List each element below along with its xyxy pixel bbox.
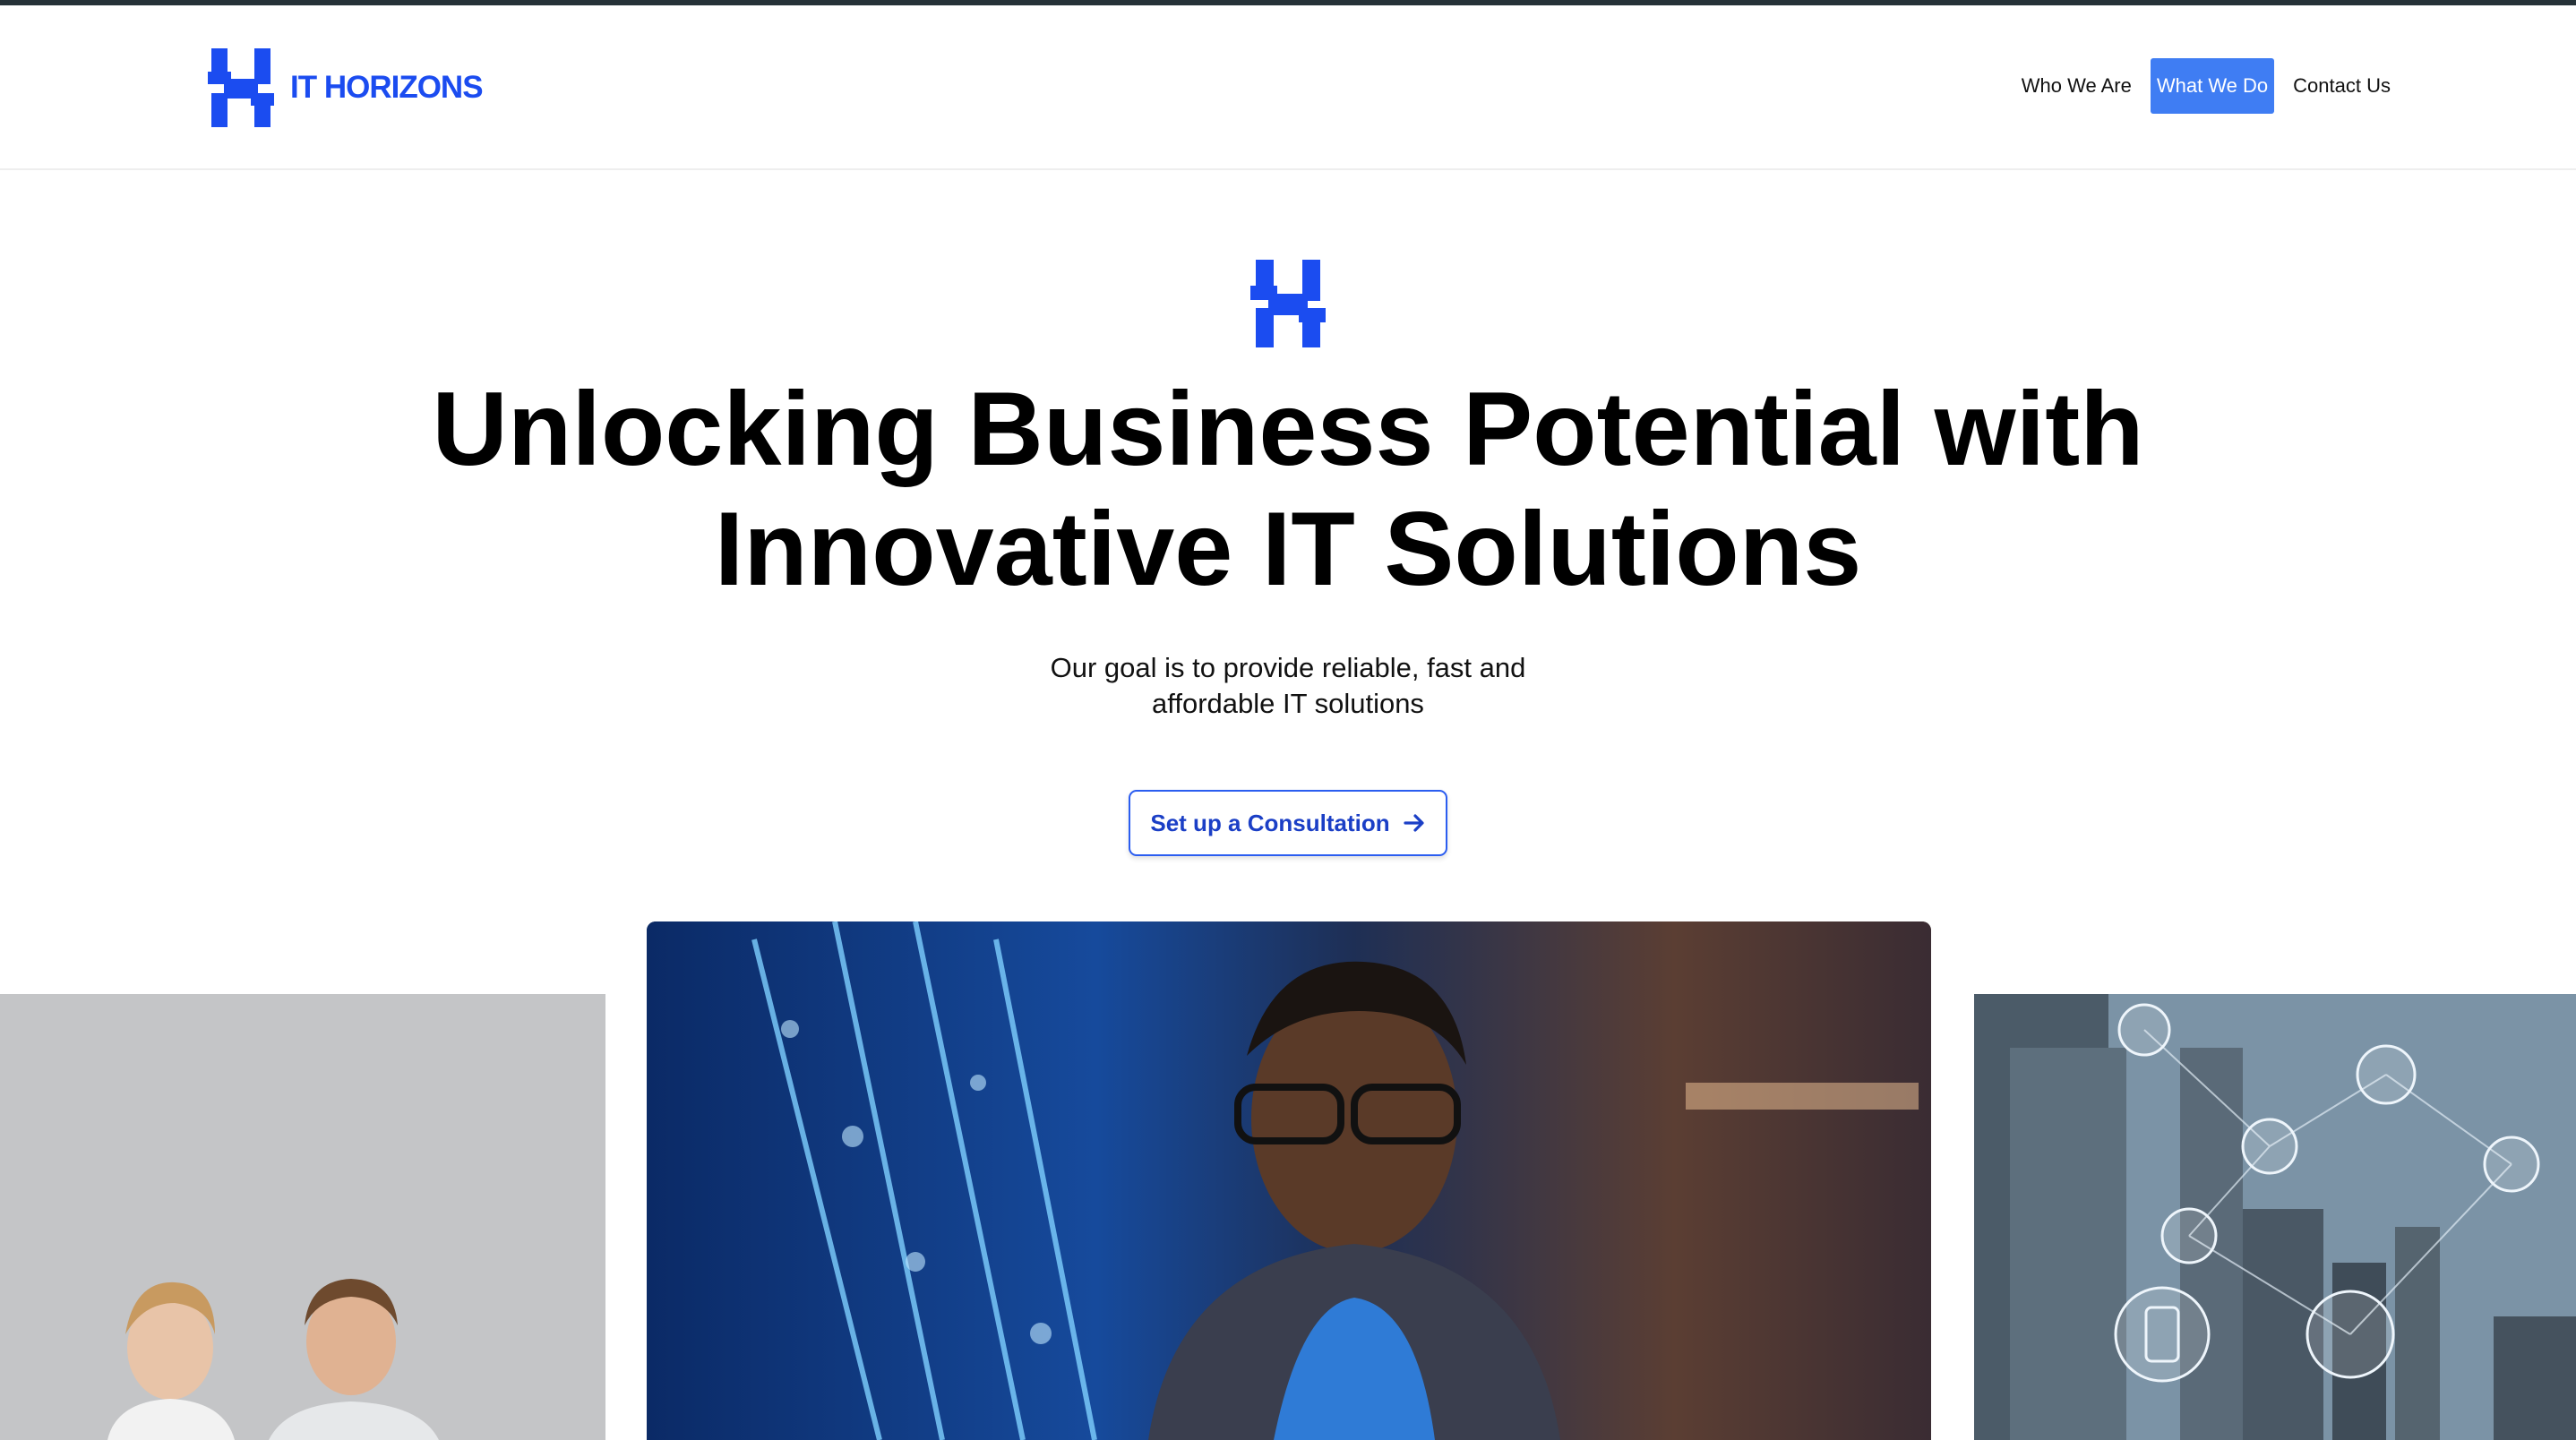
team-photo-image [0, 994, 605, 1440]
engineer-server-room-photo[interactable] [647, 921, 1931, 1440]
consultation-button[interactable]: Set up a Consultation [1129, 790, 1447, 856]
hero-title: Unlocking Business Potential with Innova… [432, 370, 2144, 607]
hero-subtitle: Our goal is to provide reliable, fast an… [1050, 652, 1526, 719]
hero-logo [1250, 256, 1326, 351]
brand-name: IT HORIZONS [290, 70, 484, 105]
team-photo[interactable] [0, 994, 605, 1440]
arrow-right-icon [1403, 811, 1426, 835]
it-horizons-emblem-icon [1250, 260, 1326, 347]
city-network-image [1974, 994, 2576, 1440]
main-nav: Who We Are What We Do Contact Us [2003, 58, 2397, 114]
it-horizons-logo-icon [208, 48, 274, 127]
brand-logo-link[interactable]: IT HORIZONS [208, 45, 484, 131]
hero-section: Unlocking Business Potential with Innova… [0, 0, 2576, 1440]
consultation-button-label: Set up a Consultation [1150, 809, 1390, 836]
engineer-server-room-image [647, 921, 1931, 1440]
city-network-photo[interactable] [1974, 994, 2576, 1440]
nav-who-we-are[interactable]: Who We Are [2015, 58, 2138, 114]
nav-contact-us[interactable]: Contact Us [2287, 58, 2397, 114]
nav-what-we-do[interactable]: What We Do [2150, 58, 2275, 114]
site-header: IT HORIZONS Who We Are What We Do Contac… [0, 5, 2576, 170]
